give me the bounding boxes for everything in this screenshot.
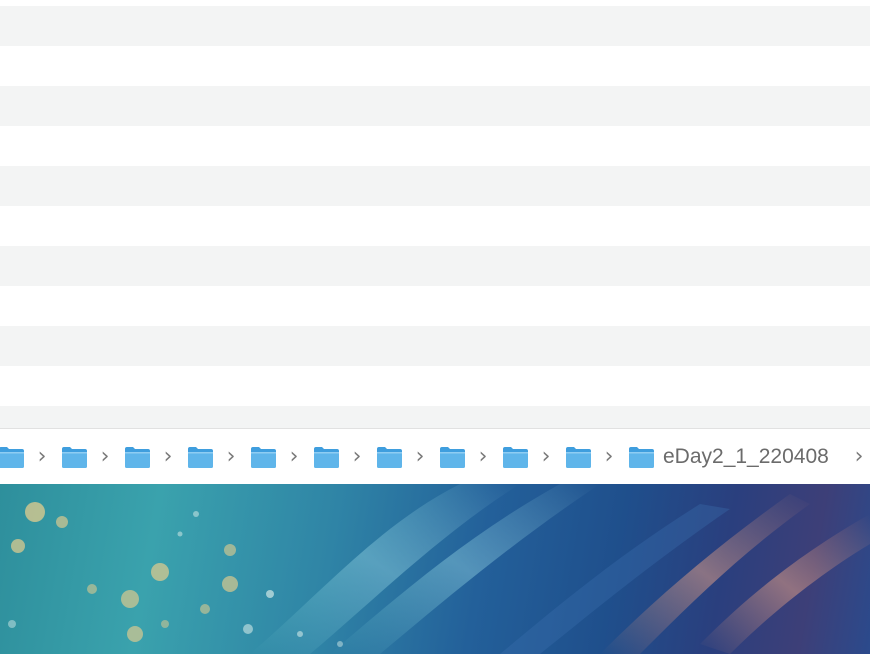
list-row[interactable]: [0, 286, 870, 326]
folder-icon[interactable]: [502, 445, 529, 469]
list-row[interactable]: [0, 166, 870, 206]
file-list: [0, 0, 870, 428]
list-row[interactable]: [0, 406, 870, 428]
folder-icon[interactable]: [376, 445, 403, 469]
path-separator: ›: [352, 444, 362, 469]
finder-window: › › › › › › › › › › eDay2_1_220408 ›: [0, 0, 870, 484]
folder-icon[interactable]: [628, 445, 655, 469]
folder-icon[interactable]: [313, 445, 340, 469]
list-row[interactable]: [0, 126, 870, 166]
path-segment-label[interactable]: eDay2_1_220408: [663, 445, 829, 469]
path-separator: ›: [854, 444, 864, 469]
path-separator: ›: [604, 444, 614, 469]
path-separator: ›: [226, 444, 236, 469]
folder-icon[interactable]: [0, 445, 25, 469]
folder-icon[interactable]: [124, 445, 151, 469]
list-row[interactable]: [0, 46, 870, 86]
path-separator: ›: [100, 444, 110, 469]
list-row[interactable]: [0, 326, 870, 366]
path-separator: ›: [163, 444, 173, 469]
desktop-wallpaper: [0, 484, 870, 654]
list-row[interactable]: [0, 6, 870, 46]
folder-icon[interactable]: [565, 445, 592, 469]
folder-icon[interactable]: [61, 445, 88, 469]
folder-icon[interactable]: [187, 445, 214, 469]
folder-icon[interactable]: [439, 445, 466, 469]
list-row[interactable]: [0, 366, 870, 406]
path-separator: ›: [37, 444, 47, 469]
list-row[interactable]: [0, 86, 870, 126]
wallpaper-art: [8, 484, 870, 654]
path-separator: ›: [415, 444, 425, 469]
path-separator: ›: [289, 444, 299, 469]
list-row[interactable]: [0, 206, 870, 246]
path-separator: ›: [478, 444, 488, 469]
list-row[interactable]: [0, 246, 870, 286]
folder-icon[interactable]: [250, 445, 277, 469]
path-separator: ›: [541, 444, 551, 469]
path-bar: › › › › › › › › › › eDay2_1_220408 ›: [0, 428, 870, 484]
